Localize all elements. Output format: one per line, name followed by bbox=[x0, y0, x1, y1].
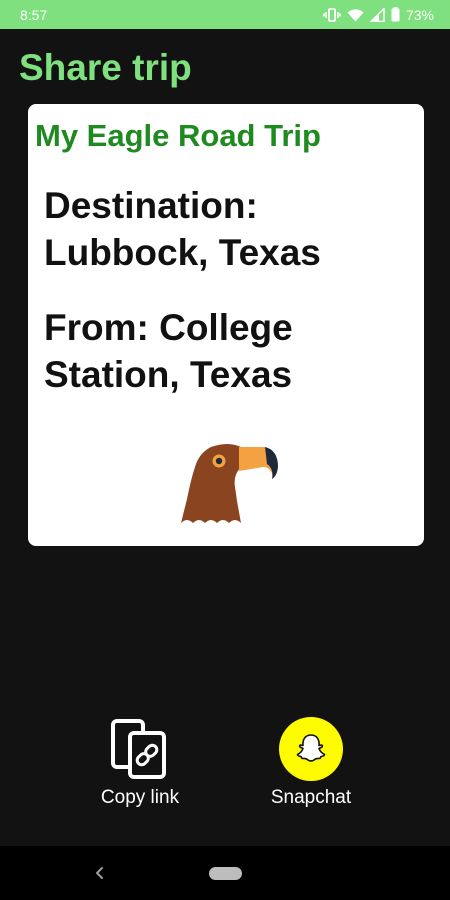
eagle-icon bbox=[173, 439, 283, 529]
signal-icon bbox=[369, 7, 385, 22]
battery-icon bbox=[391, 7, 400, 22]
trip-card: My Eagle Road Trip Destination: Lubbock,… bbox=[28, 104, 424, 546]
card-title: My Eagle Road Trip bbox=[35, 118, 321, 153]
status-bar: 8:57 73% bbox=[0, 0, 450, 29]
status-icons: 73% bbox=[323, 7, 434, 23]
battery-percent: 73% bbox=[405, 6, 434, 23]
page-title: Share trip bbox=[19, 47, 192, 88]
snapchat-icon-wrap bbox=[278, 716, 344, 782]
vibrate-icon bbox=[323, 7, 341, 22]
snapchat-label: Snapchat bbox=[270, 787, 352, 808]
back-icon[interactable] bbox=[92, 862, 108, 884]
destination-text: Destination: Lubbock, Texas bbox=[44, 185, 321, 273]
snapchat-ghost-icon bbox=[279, 717, 343, 781]
home-pill[interactable] bbox=[209, 867, 242, 880]
wifi-icon bbox=[347, 8, 364, 22]
copy-link-icon bbox=[107, 716, 173, 782]
copy-link-label: Copy link bbox=[100, 787, 180, 808]
origin-text: From: College Station, Texas bbox=[44, 307, 293, 395]
copy-link-button[interactable]: Copy link bbox=[90, 716, 190, 809]
status-time: 8:57 bbox=[20, 6, 48, 23]
navigation-bar bbox=[0, 846, 450, 900]
snapchat-button[interactable]: Snapchat bbox=[260, 716, 362, 809]
